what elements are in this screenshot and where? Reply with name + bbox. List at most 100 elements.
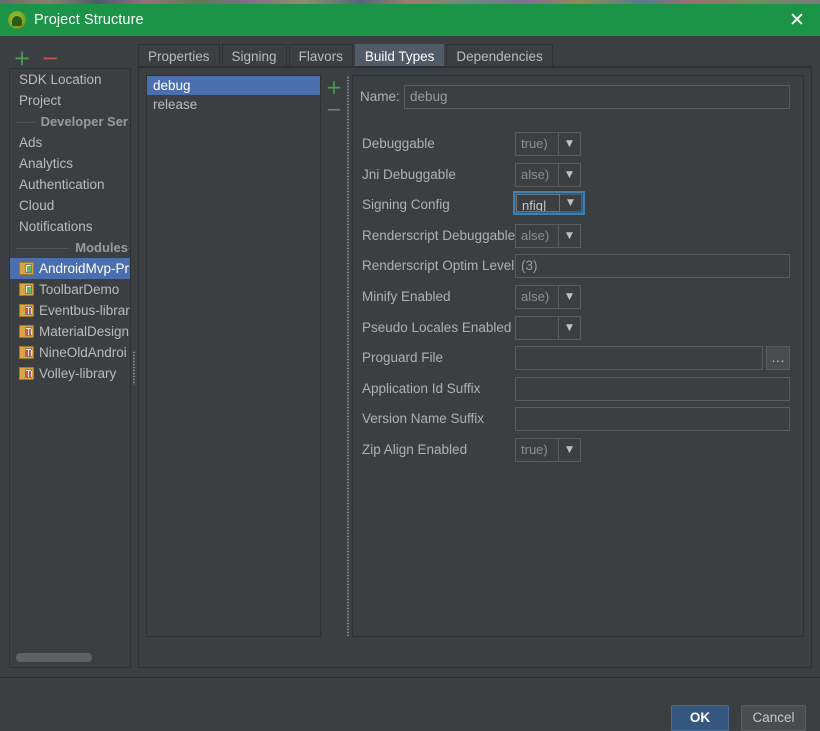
debuggable-label: Debuggable [362,136,435,151]
dialog-body: + − SDK Location Project Developer Ser Ads A… [0,36,820,731]
tab-dependencies[interactable]: Dependencies [446,44,553,67]
title-bar: Project Structure ✕ [0,4,820,36]
proguard-file-input[interactable] [515,346,763,370]
tab-build-types[interactable]: Build Types [354,44,445,67]
chevron-down-icon[interactable]: ▼ [560,194,582,212]
renderscript-optim-level-label: Renderscript Optim Level [362,258,515,273]
zip-align-enabled-combobox[interactable]: true) ▼ [515,438,581,462]
module-library-icon [19,367,34,380]
signing-config-label: Signing Config [362,197,450,212]
module-library-icon [19,304,34,317]
chevron-down-icon[interactable]: ▼ [559,438,581,462]
minify-enabled-combobox[interactable]: alse) ▼ [515,285,581,309]
pseudo-locales-enabled-combo-value[interactable] [515,316,559,340]
tab-label: Properties [148,49,210,64]
module-app-icon [19,283,34,296]
zip-align-enabled-label: Zip Align Enabled [362,442,468,457]
form-row-renderscript-optim-level: Renderscript Optim Level (3) [353,254,803,278]
version-name-suffix-input[interactable] [515,407,790,431]
debuggable-combo-value[interactable]: true) [515,132,559,156]
sidebar-item-label: ToolbarDemo [39,282,120,297]
sidebar-separator-8: Modules [10,237,130,258]
tab-label: Dependencies [456,49,543,64]
sidebar-item-nineoldandroi[interactable]: NineOldAndroi [10,342,130,363]
minify-enabled-combo-value[interactable]: alse) [515,285,559,309]
module-app-icon [19,262,34,275]
project-structure-dialog: Project Structure ✕ + − SDK Location Proj… [0,0,820,731]
sidebar-item-label: Cloud [19,198,55,213]
pseudo-locales-enabled-combobox[interactable]: ▼ [515,316,581,340]
remove-module-button[interactable]: − [40,48,60,69]
chevron-down-icon[interactable]: ▼ [559,163,581,187]
sidebar-item-notifications[interactable]: Notifications [10,216,130,237]
ok-button[interactable]: OK [671,705,729,731]
application-id-suffix-label: Application Id Suffix [362,381,481,396]
renderscript-debuggable-combo-value[interactable]: alse) [515,224,559,248]
close-icon[interactable]: ✕ [774,4,820,36]
sidebar-item-label: Volley-library [39,366,117,381]
minify-enabled-label: Minify Enabled [362,289,451,304]
sidebar-item-label: Ads [19,135,43,150]
chevron-down-icon[interactable]: ▼ [559,224,581,248]
application-id-suffix-input[interactable] [515,377,790,401]
sidebar-item-authentication[interactable]: Authentication [10,174,130,195]
chevron-down-icon[interactable]: ▼ [559,316,581,340]
build-types-panel: debug release + − Name: debug Debuggable t… [138,67,812,668]
sidebar-item-toolbardemo[interactable]: ToolbarDemo [10,279,130,300]
jni-debuggable-label: Jni Debuggable [362,167,456,182]
debuggable-combobox[interactable]: true) ▼ [515,132,581,156]
name-input[interactable]: debug [404,85,790,109]
build-types-list[interactable]: debug release [146,75,321,637]
sidebar-item-project[interactable]: Project [10,90,130,111]
renderscript-optim-level-input[interactable]: (3) [515,254,790,278]
remove-build-type-button[interactable]: − [325,98,343,120]
build-type-item-release[interactable]: release [147,95,320,114]
form-row-zip-align-enabled: Zip Align Enabled true) ▼ [353,438,803,462]
form-row-renderscript-debuggable: Renderscript Debuggable alse) ▼ [353,224,803,248]
form-row-minify-enabled: Minify Enabled alse) ▼ [353,285,803,309]
proguard-file-label: Proguard File [362,350,444,365]
sidebar-item-cloud[interactable]: Cloud [10,195,130,216]
form-row-pseudo-locales-enabled: Pseudo Locales Enabled ▼ [353,316,803,340]
sidebar-item-eventbus-librar[interactable]: Eventbus-librar [10,300,130,321]
sidebar-item-label: Eventbus-librar [39,303,130,318]
sidebar-item-label: AndroidMvp-Pr [39,261,130,276]
sidebar-splitter[interactable] [130,68,138,668]
sidebar-item-label: Notifications [19,219,93,234]
add-module-button[interactable]: + [12,48,32,69]
sidebar-item-ads[interactable]: Ads [10,132,130,153]
name-label: Name: [360,89,400,104]
tab-flavors[interactable]: Flavors [288,44,353,67]
sidebar-horizontal-scrollbar[interactable] [16,653,92,662]
sidebar-item-label: NineOldAndroi [39,345,127,360]
tab-properties[interactable]: Properties [138,44,220,67]
tab-label: Signing [231,49,277,64]
chevron-down-icon[interactable]: ▼ [559,285,581,309]
tab-signing[interactable]: Signing [221,44,287,67]
form-row-application-id-suffix: Application Id Suffix [353,377,803,401]
sidebar-separator-2: Developer Ser [10,111,130,132]
jni-debuggable-combobox[interactable]: alse) ▼ [515,163,581,187]
cancel-button[interactable]: Cancel [741,705,806,731]
proguard-file-browse-button[interactable]: … [766,346,790,370]
build-type-form: Name: debug Debuggable true) ▼ Jni Debuggab… [352,75,804,637]
sidebar-item-sdk-location[interactable]: SDK Location [10,69,130,90]
signing-config-combo-value[interactable]: nfig| [516,194,560,212]
build-type-item-debug[interactable]: debug [147,76,320,95]
sidebar-list[interactable]: SDK Location Project Developer Ser Ads Analy… [9,68,131,668]
renderscript-debuggable-combobox[interactable]: alse) ▼ [515,224,581,248]
sidebar-item-androidmvp-pr[interactable]: AndroidMvp-Pr [10,258,130,279]
sidebar-item-label: Authentication [19,177,105,192]
signing-config-combobox[interactable]: nfig| ▼ [513,191,585,215]
content-splitter[interactable] [344,76,352,636]
build-type-label: debug [153,78,191,93]
chevron-down-icon[interactable]: ▼ [559,132,581,156]
sidebar-item-volley-library[interactable]: Volley-library [10,363,130,384]
jni-debuggable-combo-value[interactable]: alse) [515,163,559,187]
sidebar-item-label: Project [19,93,62,108]
form-row-signing-config: Signing Config nfig| ▼ [353,191,803,217]
sidebar-item-analytics[interactable]: Analytics [10,153,130,174]
add-build-type-button[interactable]: + [325,76,343,98]
sidebar-item-materialdesign[interactable]: MaterialDesign [10,321,130,342]
zip-align-enabled-combo-value[interactable]: true) [515,438,559,462]
